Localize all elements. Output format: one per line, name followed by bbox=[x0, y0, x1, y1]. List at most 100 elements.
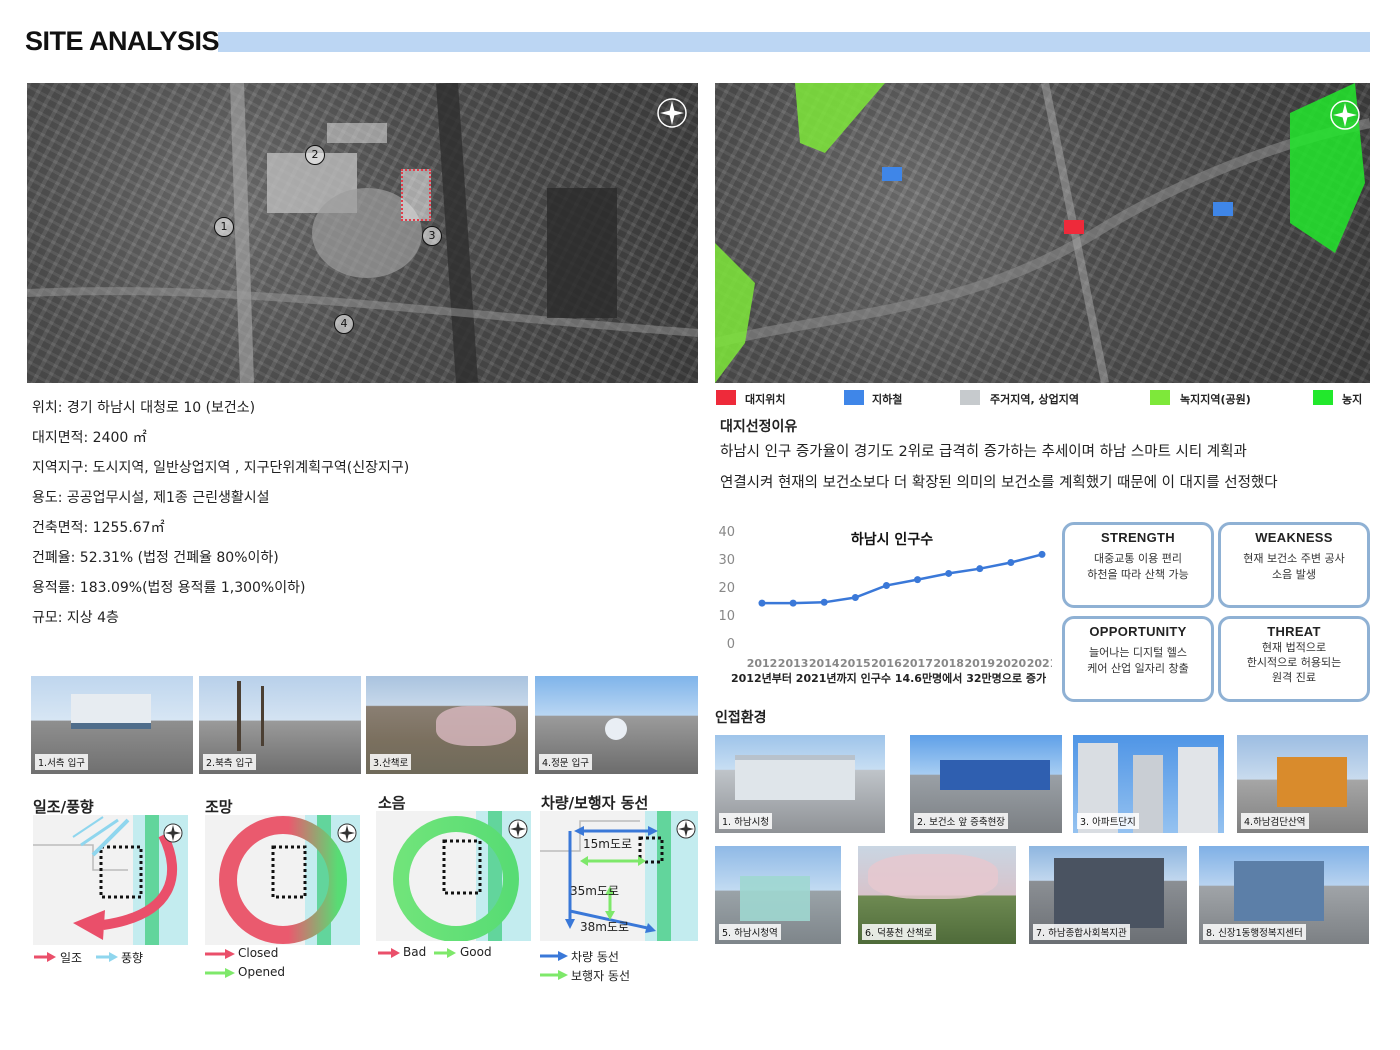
photo-deokpungcheon-trail: 6. 덕풍천 산책로 bbox=[858, 846, 1016, 944]
data-point bbox=[789, 599, 797, 607]
legend-swatch-farmland bbox=[1313, 390, 1333, 405]
y-tick-label: 0 bbox=[727, 637, 735, 652]
blossom-shape bbox=[868, 854, 998, 899]
series-line bbox=[762, 553, 1043, 605]
legend-opened: Opened bbox=[238, 965, 286, 979]
photo-north-entrance: 2.북측 입구 bbox=[199, 676, 361, 774]
y-tick-label: 40 bbox=[718, 525, 735, 540]
swot-opportunity-line-1: 늘어나는 디지털 헬스 bbox=[1088, 646, 1188, 659]
y-tick-label: 30 bbox=[718, 553, 735, 568]
road-label-38m: 38m도로 bbox=[580, 920, 630, 934]
arrow-icon bbox=[540, 970, 568, 980]
legend-swatch-subway bbox=[844, 390, 864, 405]
y-tick-label: 20 bbox=[718, 581, 735, 596]
page-title: SITE ANALYSIS bbox=[25, 26, 220, 56]
swot-weakness-line-2: 소음 발생 bbox=[1272, 568, 1316, 581]
site-info-far: 용적률: 183.09%(법정 용적률 1,300%이하) bbox=[32, 580, 306, 596]
site-info-coverage: 건폐율: 52.31% (법정 건폐율 80%이하) bbox=[32, 550, 279, 566]
legend-wind: 풍향 bbox=[121, 951, 144, 965]
arrow-icon bbox=[378, 948, 400, 958]
site-info-zone: 지역지구: 도시지역, 일반상업지역 , 지구단위계획구역(신장지구) bbox=[32, 460, 410, 476]
map-marker-3: 3 bbox=[422, 226, 442, 246]
swot-threat-line-2: 한시적으로 허용되는 bbox=[1246, 656, 1342, 669]
photo-community-center: 8. 신장1동행정복지센터 bbox=[1199, 846, 1369, 944]
data-point bbox=[851, 594, 859, 602]
x-tick-label: 2017 bbox=[902, 657, 933, 670]
arrow-icon bbox=[34, 952, 56, 962]
swot-threat-line-1: 현재 법적으로 bbox=[1261, 641, 1327, 654]
site-info-building-area: 건축면적: 1255.67㎡ bbox=[32, 520, 165, 536]
swot-weakness-title: WEAKNESS bbox=[1255, 530, 1333, 545]
arrow-icon bbox=[205, 968, 235, 978]
photo-west-entrance: 1.서측 입구 bbox=[31, 676, 193, 774]
photo-main-entrance: 4.정문 입구 bbox=[535, 676, 698, 774]
surrounding-caption-1: 1. 하남시청 bbox=[719, 813, 773, 829]
reason-line-2: 연결시켜 현재의 보건소보다 더 확장된 의미의 보건소를 계획했기 때문에 이… bbox=[720, 475, 1278, 491]
arrow-icon bbox=[434, 948, 456, 958]
building-shape bbox=[735, 755, 855, 800]
traffic-title: 차량/보행자 동선 bbox=[541, 794, 649, 812]
photo-caption-4: 4.정문 입구 bbox=[539, 754, 593, 770]
legend-label-park: 녹지지역(공원) bbox=[1180, 393, 1251, 406]
photo-caption-3: 3.산책로 bbox=[370, 754, 412, 770]
legend-closed: Closed bbox=[238, 946, 279, 960]
view-diagram bbox=[205, 815, 360, 945]
photo-cityhall-station: 5. 하남시청역 bbox=[715, 846, 841, 944]
sun-wind-diagram bbox=[33, 815, 188, 945]
green-zone-park-2 bbox=[715, 243, 755, 383]
x-tick-label: 2015 bbox=[840, 657, 871, 670]
data-point bbox=[758, 599, 766, 607]
compass-icon bbox=[657, 98, 687, 128]
swot-strength-line-1: 대중교통 이용 편리 bbox=[1094, 552, 1182, 565]
reason-title: 대지선정이유 bbox=[720, 419, 798, 435]
compass-icon bbox=[337, 823, 357, 843]
building-shape bbox=[940, 760, 1050, 790]
population-line-chart: 0 10 20 30 40 2012 2013 2014 2015 2016 2017 2018 201… bbox=[718, 525, 1052, 670]
farmland-zone bbox=[1290, 83, 1365, 253]
data-point bbox=[945, 569, 953, 577]
legend-swatch-residential bbox=[960, 390, 980, 405]
data-point bbox=[1007, 559, 1015, 567]
site-map-overlay bbox=[27, 83, 698, 383]
tree-shape bbox=[237, 681, 241, 751]
data-point bbox=[882, 581, 890, 589]
building-shape bbox=[1178, 747, 1218, 833]
site-info-area: 대지면적: 2400 ㎡ bbox=[32, 430, 147, 446]
photo-walking-path: 3.산책로 bbox=[366, 676, 528, 774]
compass-icon bbox=[508, 819, 528, 839]
legend-good: Good bbox=[460, 945, 492, 959]
compass-icon bbox=[1330, 100, 1360, 130]
legend-swatch-site bbox=[716, 390, 736, 405]
legend-bad: Bad bbox=[403, 945, 427, 959]
legend-label-site: 대지위치 bbox=[745, 393, 786, 406]
x-tick-label: 2013 bbox=[778, 657, 809, 670]
title-bar bbox=[218, 32, 1370, 52]
swot-weakness-line-1: 현재 보건소 주변 공사 bbox=[1243, 552, 1345, 565]
tree-shape bbox=[261, 686, 264, 746]
photo-caption-2: 2.북측 입구 bbox=[203, 754, 257, 770]
x-tick-label: 2020 bbox=[996, 657, 1027, 670]
swot-threat-box: THREAT 현재 법적으로 한시적으로 허용되는 원격 진료 bbox=[1218, 616, 1370, 702]
arrow-icon bbox=[205, 949, 235, 959]
region-map-overlay bbox=[715, 83, 1370, 383]
map-marker-4: 4 bbox=[334, 314, 354, 334]
surrounding-caption-6: 6. 덕풍천 산책로 bbox=[862, 924, 936, 940]
photo-construction-site: 2. 보건소 앞 증축현장 bbox=[910, 735, 1062, 833]
swot-threat-text: 현재 법적으로한시적으로 허용되는원격 진료 bbox=[1221, 640, 1367, 685]
subway-marker-1 bbox=[882, 167, 902, 181]
swot-weakness-text: 현재 보건소 주변 공사소음 발생 bbox=[1221, 551, 1367, 583]
site-aerial-map: 1 2 3 4 bbox=[27, 83, 698, 383]
photo-apartments: 3. 아파트단지 bbox=[1073, 735, 1224, 833]
surrounding-caption-2: 2. 보건소 앞 증축현장 bbox=[914, 813, 1009, 829]
surrounding-caption-3: 3. 아파트단지 bbox=[1077, 813, 1139, 829]
swot-threat-line-3: 원격 진료 bbox=[1272, 671, 1316, 684]
legend-sun: 일조 bbox=[60, 951, 83, 965]
noise-title: 소음 bbox=[378, 794, 406, 812]
noise-diagram bbox=[376, 811, 531, 941]
building-shape bbox=[1054, 858, 1164, 928]
surrounding-caption-7: 7. 하남종합사회복지관 bbox=[1033, 924, 1130, 940]
swot-opportunity-box: OPPORTUNITY 늘어나는 디지털 헬스 케어 산업 일자리 창출 bbox=[1062, 616, 1214, 702]
legend-label-residential: 주거지역, 상업지역 bbox=[990, 393, 1079, 406]
swot-opportunity-line-2: 케어 산업 일자리 창출 bbox=[1087, 662, 1189, 675]
y-tick-label: 10 bbox=[718, 609, 735, 624]
